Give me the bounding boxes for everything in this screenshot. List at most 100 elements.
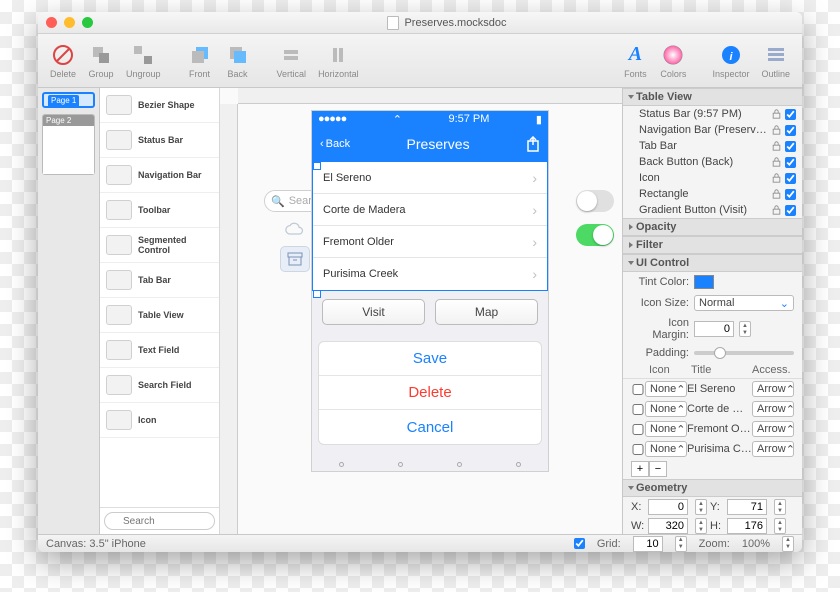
lock-icon[interactable] xyxy=(772,125,781,135)
grid-stepper[interactable]: ▲▼ xyxy=(675,536,687,552)
icon-select[interactable]: None⌃ xyxy=(645,441,687,457)
share-icon[interactable] xyxy=(526,136,540,152)
colors-button[interactable]: Colors xyxy=(656,41,690,81)
add-row-button[interactable]: + xyxy=(631,461,649,477)
geo-x-input[interactable] xyxy=(648,499,688,515)
geo-h-stepper[interactable]: ▲▼ xyxy=(774,518,786,534)
outline-button[interactable]: Outline xyxy=(757,41,794,81)
layer-row[interactable]: Navigation Bar (Preserves) xyxy=(623,122,802,138)
save-button[interactable]: Save xyxy=(319,342,541,376)
lock-icon[interactable] xyxy=(772,189,781,199)
table-row[interactable]: Corte de Madera› xyxy=(313,194,547,226)
tint-swatch[interactable] xyxy=(694,275,714,289)
accessory-select[interactable]: Arrow⌃ xyxy=(752,441,794,457)
map-button[interactable]: Map xyxy=(435,299,538,325)
geo-h-input[interactable] xyxy=(727,518,767,534)
library-item[interactable]: Text Field xyxy=(100,333,219,368)
lock-icon[interactable] xyxy=(772,173,781,183)
remove-row-button[interactable]: − xyxy=(649,461,667,477)
page-thumb-2[interactable]: Page 2 xyxy=(42,114,95,175)
lock-icon[interactable] xyxy=(772,205,781,215)
library-item[interactable]: Segmented Control xyxy=(100,228,219,263)
library-item[interactable]: Tab Bar xyxy=(100,263,219,298)
zoom-stepper[interactable]: ▲▼ xyxy=(782,536,794,552)
iconmargin-input[interactable] xyxy=(694,321,734,337)
layer-visible-checkbox[interactable] xyxy=(785,189,796,200)
layer-visible-checkbox[interactable] xyxy=(785,205,796,216)
section-tableview[interactable]: Table View xyxy=(623,88,802,106)
switch-widget-on[interactable] xyxy=(576,224,614,246)
nav-back-button[interactable]: ‹Back xyxy=(320,138,350,150)
accessory-select[interactable]: Arrow⌃ xyxy=(752,421,794,437)
table-view[interactable]: El Sereno›Corte de Madera›Fremont Older›… xyxy=(312,161,548,291)
layer-visible-checkbox[interactable] xyxy=(785,157,796,168)
page-thumb-1[interactable]: Page 1 xyxy=(42,92,95,108)
section-filter[interactable]: Filter xyxy=(623,236,802,254)
icon-table-row[interactable]: None⌃Purisima CreekArrow⌃ xyxy=(623,439,802,459)
library-item[interactable]: Table View xyxy=(100,298,219,333)
geo-y-input[interactable] xyxy=(727,499,767,515)
layer-row[interactable]: Gradient Button (Visit) xyxy=(623,202,802,218)
icon-table-row[interactable]: None⌃Fremont OlderArrow⌃ xyxy=(623,419,802,439)
section-geometry[interactable]: Geometry xyxy=(623,479,802,497)
layer-row[interactable]: Back Button (Back) xyxy=(623,154,802,170)
section-opacity[interactable]: Opacity xyxy=(623,218,802,236)
vertical-button[interactable]: Vertical xyxy=(273,41,311,81)
grid-input[interactable] xyxy=(633,536,663,552)
row-checkbox[interactable] xyxy=(631,384,645,395)
layer-visible-checkbox[interactable] xyxy=(785,125,796,136)
lock-icon[interactable] xyxy=(772,141,781,151)
fonts-button[interactable]: AFonts xyxy=(618,41,652,81)
geo-y-stepper[interactable]: ▲▼ xyxy=(774,499,786,515)
layer-visible-checkbox[interactable] xyxy=(785,173,796,184)
accessory-select[interactable]: Arrow⌃ xyxy=(752,401,794,417)
close-icon[interactable] xyxy=(46,17,57,28)
row-checkbox[interactable] xyxy=(631,404,645,415)
row-checkbox[interactable] xyxy=(631,424,645,435)
delete-button[interactable]: Delete xyxy=(46,41,80,81)
inspector-button[interactable]: iInspector xyxy=(708,41,753,81)
library-item[interactable]: Icon xyxy=(100,403,219,438)
layer-row[interactable]: Rectangle xyxy=(623,186,802,202)
layer-row[interactable]: Tab Bar xyxy=(623,138,802,154)
icon-select[interactable]: None⌃ xyxy=(645,381,687,397)
front-button[interactable]: Front xyxy=(183,41,217,81)
grid-checkbox[interactable] xyxy=(574,538,585,549)
accessory-select[interactable]: Arrow⌃ xyxy=(752,381,794,397)
switch-widget-off[interactable] xyxy=(576,190,614,212)
table-row[interactable]: El Sereno› xyxy=(313,162,547,194)
iconsize-select[interactable]: Normal⌄ xyxy=(694,295,794,311)
lock-icon[interactable] xyxy=(772,109,781,119)
icon-select[interactable]: None⌃ xyxy=(645,401,687,417)
archive-widget[interactable] xyxy=(280,246,310,272)
icon-table-row[interactable]: None⌃Corte de M…Arrow⌃ xyxy=(623,399,802,419)
section-uicontrol[interactable]: UI Control xyxy=(623,254,802,272)
horizontal-button[interactable]: Horizontal xyxy=(314,41,363,81)
library-item[interactable]: Toolbar xyxy=(100,193,219,228)
library-item[interactable]: Status Bar xyxy=(100,123,219,158)
row-checkbox[interactable] xyxy=(631,444,645,455)
geo-w-input[interactable] xyxy=(648,518,688,534)
icon-select[interactable]: None⌃ xyxy=(645,421,687,437)
geo-w-stepper[interactable]: ▲▼ xyxy=(695,518,707,534)
table-row[interactable]: Fremont Older› xyxy=(313,226,547,258)
phone-mock[interactable]: ●●●●● ⌃ 9:57 PM ▮ ‹Back Preserves El Ser… xyxy=(311,110,549,472)
minimize-icon[interactable] xyxy=(64,17,75,28)
library-item[interactable]: Navigation Bar xyxy=(100,158,219,193)
back-button[interactable]: Back xyxy=(221,41,255,81)
zoom-icon[interactable] xyxy=(82,17,93,28)
layer-row[interactable]: Icon xyxy=(623,170,802,186)
layer-visible-checkbox[interactable] xyxy=(785,141,796,152)
iconmargin-stepper[interactable]: ▲▼ xyxy=(739,321,751,337)
canvas-area[interactable]: 🔍Search ●●●●● ⌃ 9:57 PM ▮ xyxy=(220,88,622,534)
layer-row[interactable]: Status Bar (9:57 PM) xyxy=(623,106,802,122)
table-row[interactable]: Purisima Creek› xyxy=(313,258,547,290)
visit-button[interactable]: Visit xyxy=(322,299,425,325)
cloud-icon[interactable] xyxy=(285,222,305,236)
layer-visible-checkbox[interactable] xyxy=(785,109,796,120)
geo-x-stepper[interactable]: ▲▼ xyxy=(695,499,707,515)
ungroup-button[interactable]: Ungroup xyxy=(122,41,165,81)
delete-action-button[interactable]: Delete xyxy=(319,376,541,410)
group-button[interactable]: Group xyxy=(84,41,118,81)
padding-slider[interactable] xyxy=(694,351,794,355)
